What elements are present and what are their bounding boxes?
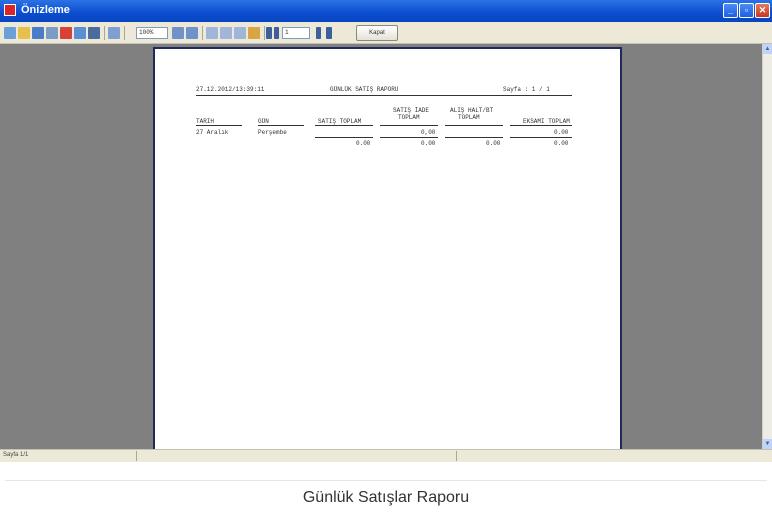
page-number-input[interactable]: 1 [282, 27, 310, 39]
first-page-icon[interactable] [266, 27, 272, 39]
column-header-satis-iade: SATIŞ İADE [393, 107, 430, 114]
column-underline [258, 125, 304, 126]
header-rule [196, 95, 572, 96]
toolbar-separator [104, 26, 105, 40]
next-page-icon[interactable] [316, 27, 321, 39]
report-page-label: Sayfa : 1 / 1 [503, 86, 550, 93]
multi-page-icon[interactable] [234, 27, 246, 39]
column-header-satis-toplam: SATIŞ TOPLAM [318, 118, 362, 125]
kapat-button[interactable]: Kapat [356, 25, 398, 41]
status-page: Sayfa 1/1 [3, 452, 29, 458]
row-gun: Perşembe [258, 129, 287, 136]
row-ekisme: 0.00 [554, 129, 569, 136]
scroll-down-icon[interactable]: ▼ [763, 439, 772, 449]
save-icon[interactable] [32, 27, 44, 39]
page-setup-icon[interactable] [206, 27, 218, 39]
prev-page-icon[interactable] [274, 27, 279, 39]
column-header-alis-iade: ALIŞ HALT/BT [450, 107, 494, 114]
column-header-satis-iade-2: TOPLAM [398, 114, 420, 121]
folder-icon[interactable] [18, 27, 30, 39]
zoom-out-icon[interactable] [186, 27, 198, 39]
report-page: 27.12.2012/13:39:11 GÜNLÜK SATIŞ RAPORU … [153, 47, 622, 449]
total-rule [510, 137, 572, 138]
copy-icon[interactable] [74, 27, 86, 39]
open-icon[interactable] [4, 27, 16, 39]
report-title: GÜNLÜK SATIŞ RAPORU [330, 86, 399, 93]
app-icon [4, 4, 16, 16]
scroll-up-icon[interactable]: ▲ [763, 44, 772, 54]
caption-divider [5, 480, 767, 481]
column-underline [315, 125, 373, 126]
total-satis-iade: 0.00 [421, 140, 436, 147]
pdf-icon[interactable] [60, 27, 72, 39]
restore-button[interactable]: ▫ [739, 3, 754, 18]
toolbar: 100% 1 Kapat [0, 22, 772, 44]
title-bar[interactable]: Önizleme _ ▫ ✕ [0, 0, 772, 22]
column-header-gun: GÜN [258, 118, 269, 125]
column-header-ekisme: EKSAMI TOPLAM [523, 118, 570, 125]
column-header-tarih: TARIH [196, 118, 215, 125]
toolbar-separator [202, 26, 203, 40]
column-header-alis-iade-2: TOPLAM [458, 114, 480, 121]
report-datetime: 27.12.2012/13:39:11 [196, 86, 265, 93]
toolbar-separator [264, 26, 265, 40]
single-page-icon[interactable] [220, 27, 232, 39]
search-icon[interactable] [108, 27, 120, 39]
column-underline [380, 125, 438, 126]
edit-icon[interactable] [248, 27, 260, 39]
minimize-button[interactable]: _ [723, 3, 738, 18]
total-rule [445, 137, 503, 138]
close-button[interactable]: ✕ [755, 3, 770, 18]
vertical-scrollbar[interactable]: ▲ ▼ [762, 44, 772, 449]
caption-area: Günlük Satışlar Raporu [0, 462, 772, 525]
status-divider [136, 451, 137, 461]
total-rule [315, 137, 373, 138]
status-divider [456, 451, 457, 461]
total-ekisme: 0.00 [554, 140, 569, 147]
total-alis-iade: 0.00 [486, 140, 501, 147]
last-page-icon[interactable] [326, 27, 332, 39]
status-bar: Sayfa 1/1 [0, 449, 772, 462]
total-satis: 0.00 [356, 140, 371, 147]
print-icon[interactable] [46, 27, 58, 39]
row-tarih: 27 Aralık [196, 129, 229, 136]
column-underline [510, 125, 572, 126]
window-title: Önizleme [21, 4, 70, 16]
zoom-in-icon[interactable] [172, 27, 184, 39]
total-rule [380, 137, 438, 138]
preview-window: Önizleme _ ▫ ✕ 100% 1 Kapat 27.12.2012/1… [0, 0, 772, 462]
zoom-select[interactable]: 100% [136, 27, 168, 39]
binoculars-icon[interactable] [88, 27, 100, 39]
column-underline [196, 125, 242, 126]
toolbar-separator [124, 26, 125, 40]
column-underline [445, 125, 503, 126]
row-satis-iade: 0,00 [421, 129, 436, 136]
image-caption: Günlük Satışlar Raporu [302, 489, 470, 506]
